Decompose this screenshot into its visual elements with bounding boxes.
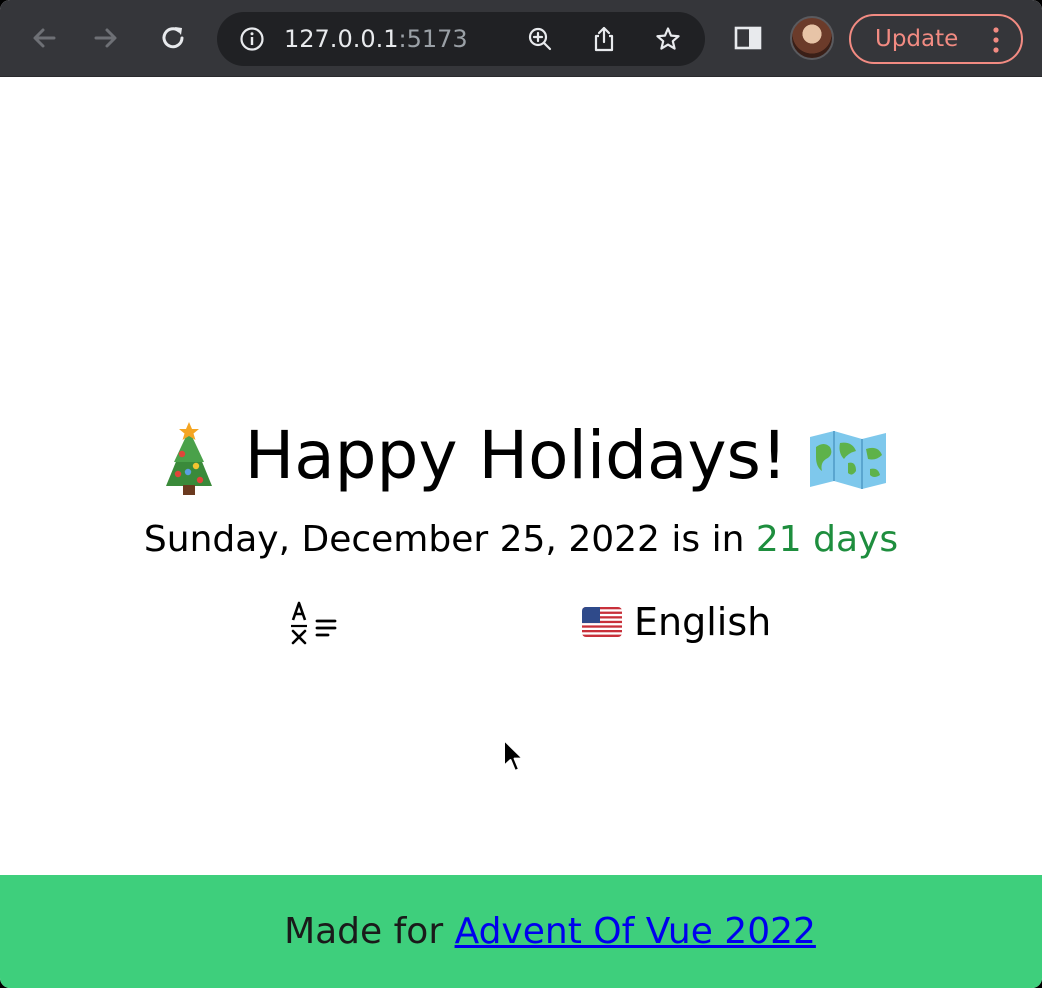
- mouse-cursor-icon: [503, 739, 524, 772]
- page-content: Happy Holidays! Sunday, December 25, 202…: [0, 77, 1042, 875]
- browser-window: 127.0.0.1:5173 Update Happy Holidays! Su…: [0, 0, 1042, 988]
- more-menu-icon[interactable]: [991, 26, 1001, 54]
- language-label: English: [634, 600, 772, 644]
- language-selector[interactable]: English: [582, 597, 771, 647]
- update-button[interactable]: Update: [849, 14, 1023, 64]
- arrow-left-icon: [33, 28, 56, 48]
- url-port: :5173: [398, 25, 468, 53]
- back-button[interactable]: [24, 18, 64, 58]
- christmas-tree-icon: [165, 421, 212, 495]
- zoom-icon[interactable]: [527, 26, 553, 52]
- share-icon[interactable]: [591, 26, 617, 52]
- arrow-right-icon: [94, 28, 117, 48]
- update-button-label: Update: [875, 26, 959, 52]
- side-panel-icon[interactable]: [734, 26, 762, 50]
- browser-toolbar: 127.0.0.1:5173 Update: [0, 0, 1042, 77]
- reload-icon: [162, 27, 184, 49]
- us-flag-icon: [582, 607, 622, 637]
- countdown-line: Sunday, December 25, 2022 is in 21 days: [0, 517, 1042, 563]
- translate-icon: [291, 601, 337, 645]
- world-map-icon: [810, 430, 887, 489]
- info-icon[interactable]: [239, 26, 265, 52]
- address-bar[interactable]: 127.0.0.1:5173: [217, 12, 705, 66]
- page-headline: Happy Holidays!: [0, 416, 1042, 498]
- page-footer: Made for Advent Of Vue 2022: [0, 875, 1042, 988]
- footer-prefix: Made for: [284, 911, 455, 952]
- reload-button[interactable]: [153, 18, 193, 58]
- advent-of-vue-link[interactable]: Advent Of Vue 2022: [455, 911, 816, 952]
- url-host: 127.0.0.1: [284, 25, 399, 53]
- forward-button[interactable]: [86, 18, 126, 58]
- profile-avatar[interactable]: [790, 16, 834, 60]
- countdown-days: 21 days: [755, 519, 899, 560]
- footer-text: Made for Advent Of Vue 2022: [0, 909, 1042, 955]
- address-url[interactable]: 127.0.0.1:5173: [284, 24, 468, 54]
- headline-text: Happy Holidays!: [244, 417, 788, 494]
- bookmark-star-icon[interactable]: [655, 26, 681, 52]
- date-text: Sunday, December 25, 2022 is in: [143, 519, 756, 560]
